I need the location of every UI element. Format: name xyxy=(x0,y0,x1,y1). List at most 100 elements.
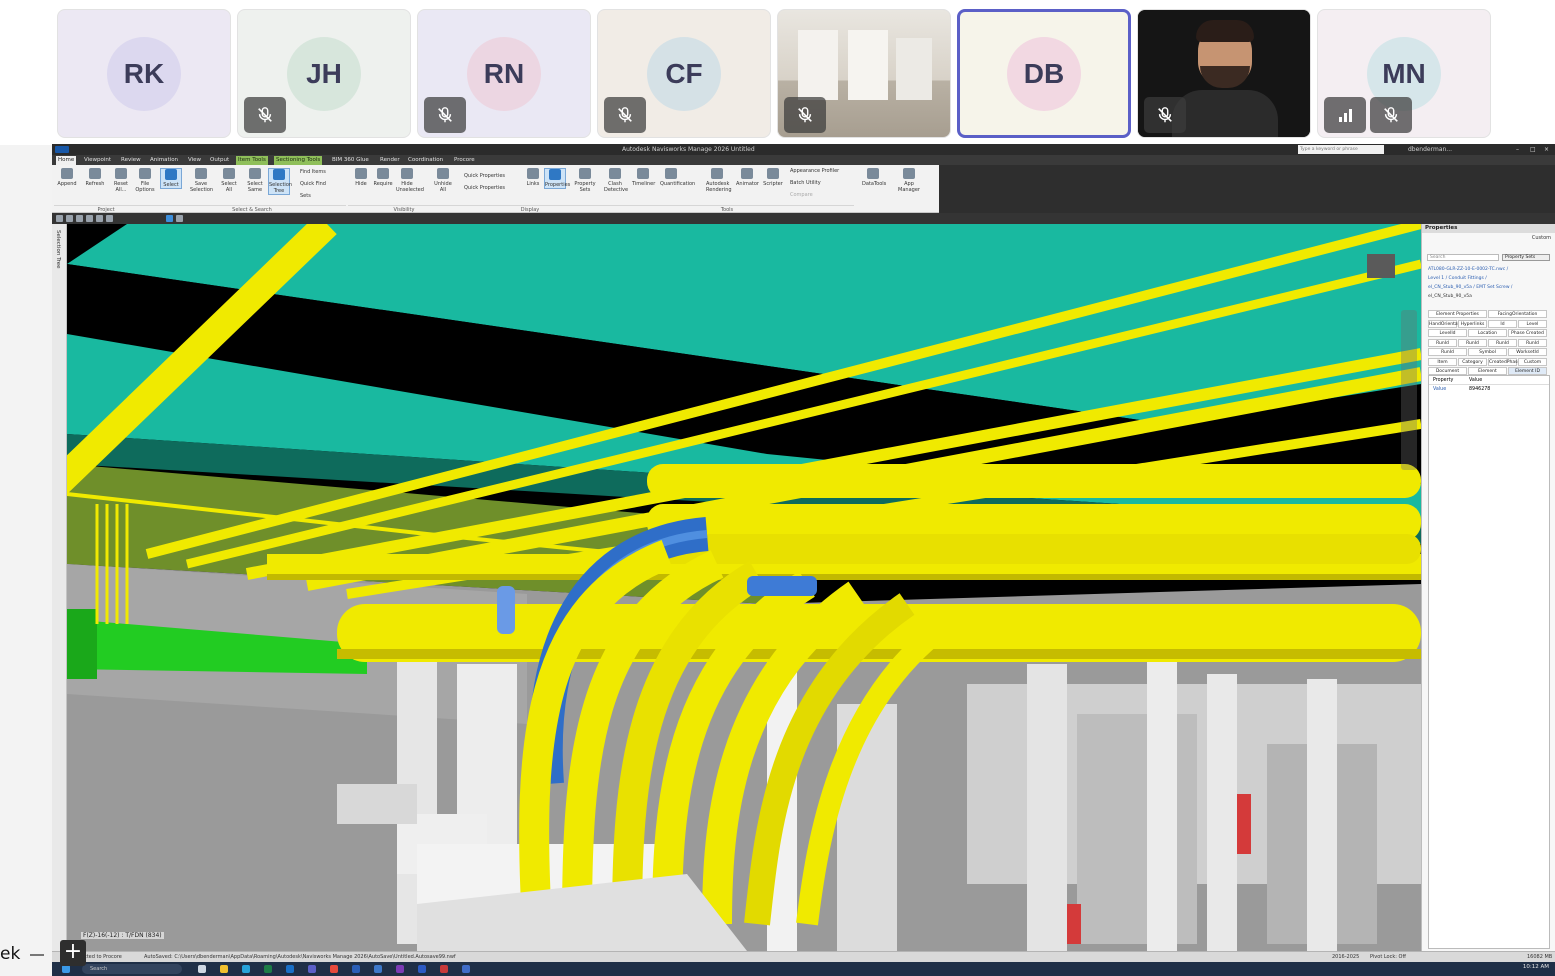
outlook-icon[interactable] xyxy=(286,965,294,973)
select-box-icon[interactable] xyxy=(176,215,183,222)
ribbon-tab[interactable]: Review xyxy=(119,156,143,165)
ribbon-group-label[interactable]: Project xyxy=(54,205,158,213)
ribbon-button[interactable]: Refresh xyxy=(84,168,106,187)
revit-icon[interactable] xyxy=(374,965,382,973)
column-header[interactable]: Property xyxy=(1433,376,1453,385)
ribbon-button[interactable]: Links xyxy=(522,168,544,187)
help-search-input[interactable]: Type a keyword or phrase xyxy=(1298,145,1384,154)
ribbon-button[interactable]: Property Sets xyxy=(574,168,596,193)
acrobat-icon[interactable] xyxy=(440,965,448,973)
property-tab[interactable]: CreatedPhaseId xyxy=(1488,357,1524,366)
participant-tile[interactable]: CF xyxy=(597,9,771,138)
viewcube-icon[interactable] xyxy=(1367,254,1395,278)
ribbon-group-label[interactable]: Display xyxy=(460,205,600,213)
property-tab[interactable]: Level xyxy=(1518,319,1547,328)
participant-tile[interactable]: JH xyxy=(237,9,411,138)
ribbon-small-sets[interactable]: Sets xyxy=(300,193,311,200)
minimize-button[interactable]: – xyxy=(1516,144,1519,155)
open-icon[interactable] xyxy=(56,215,63,222)
redo-icon[interactable] xyxy=(106,215,113,222)
nav-bar[interactable] xyxy=(1401,310,1417,470)
ribbon-button[interactable]: App Manager xyxy=(898,168,920,193)
ribbon-button[interactable]: Reset All... xyxy=(110,168,132,193)
teams-icon[interactable] xyxy=(308,965,316,973)
ribbon-button[interactable]: Animator xyxy=(736,168,759,187)
ribbon-button[interactable]: Quantification xyxy=(660,168,695,187)
select-cursor-icon[interactable] xyxy=(166,215,173,222)
column-header[interactable]: Value xyxy=(1469,376,1482,385)
ribbon-group-label[interactable]: Visibility xyxy=(348,205,460,213)
property-tab[interactable]: Symbol xyxy=(1468,348,1507,356)
ribbon-small-batch-utility[interactable]: Batch Utility xyxy=(790,180,821,187)
close-button[interactable]: × xyxy=(1544,144,1549,155)
property-tab[interactable]: WorksetId xyxy=(1508,348,1547,356)
print-icon[interactable] xyxy=(86,215,93,222)
ribbon-tab[interactable]: View xyxy=(186,156,203,165)
property-tab[interactable]: LevelId xyxy=(1428,329,1467,337)
zoom-out-button[interactable] xyxy=(30,954,44,956)
property-tab[interactable]: Location xyxy=(1468,329,1507,337)
ribbon-tab[interactable]: Item Tools xyxy=(236,156,268,165)
participant-tile[interactable]: MN xyxy=(1317,9,1491,138)
property-tab[interactable]: Custom xyxy=(1518,357,1547,366)
property-tab[interactable]: Phase Created xyxy=(1508,329,1547,337)
property-tab[interactable]: Element ID xyxy=(1508,367,1547,375)
ribbon-button[interactable]: Clash Detective xyxy=(604,168,628,193)
ribbon-tab[interactable]: Coordination xyxy=(406,156,445,165)
ribbon-button[interactable]: Select Same xyxy=(244,168,266,193)
user-name[interactable]: dbenderman... xyxy=(1408,144,1452,155)
property-tab[interactable]: Category xyxy=(1458,357,1487,366)
pivot-lock[interactable]: Pivot Lock: Off xyxy=(1370,952,1406,962)
ribbon-button[interactable]: Scripter xyxy=(762,168,784,187)
table-row[interactable]: Value 8946278 xyxy=(1429,385,1549,394)
taskbar-search[interactable]: Search xyxy=(82,964,182,974)
property-tab[interactable]: FacingOrientation xyxy=(1488,310,1547,318)
ribbon-button[interactable]: Timeliner xyxy=(632,168,655,187)
navisworks-icon[interactable] xyxy=(352,965,360,973)
path-link[interactable]: Level 1 / Conduit Fittings / xyxy=(1428,274,1552,283)
taskview-icon[interactable] xyxy=(198,965,206,973)
ribbon-small-quick-find[interactable]: Quick Find xyxy=(300,181,326,188)
property-tab[interactable]: Id xyxy=(1488,319,1517,328)
ribbon-button[interactable]: DataTools xyxy=(862,168,886,187)
ribbon-button[interactable]: Properties xyxy=(544,168,570,189)
ribbon-small-quick-properties-dd[interactable]: Quick Properties xyxy=(464,185,505,192)
property-tab[interactable]: Element xyxy=(1468,367,1507,375)
save-icon[interactable] xyxy=(76,215,83,222)
ribbon-small-appearance-profiler[interactable]: Appearance Profiler xyxy=(790,168,839,175)
ribbon-tab[interactable]: Procore xyxy=(452,156,477,165)
ribbon-button[interactable]: Autodesk Rendering xyxy=(706,168,732,193)
property-tab[interactable]: RunId xyxy=(1488,338,1517,347)
chrome-icon[interactable] xyxy=(330,965,338,973)
property-tab[interactable]: RunId xyxy=(1428,338,1457,347)
ribbon-button[interactable]: Append xyxy=(56,168,78,187)
property-tab[interactable]: RunId xyxy=(1458,338,1487,347)
participant-tile[interactable]: RK xyxy=(57,9,231,138)
path-link[interactable]: el_CN_Stub_90_v5a xyxy=(1428,292,1552,301)
word-icon[interactable] xyxy=(418,965,426,973)
ribbon-tab[interactable]: Render xyxy=(378,156,402,165)
ribbon-small-find-items[interactable]: Find Items xyxy=(300,169,326,176)
ribbon-button[interactable]: File Options xyxy=(134,168,156,193)
ribbon-button[interactable]: Save Selection xyxy=(190,168,213,193)
path-link[interactable]: ATL080-GLR-ZZ-10-E-0002-TC.nwc / xyxy=(1428,265,1552,274)
participant-tile[interactable]: RN xyxy=(417,9,591,138)
ribbon-tab[interactable]: Output xyxy=(208,156,231,165)
selection-tree-tab[interactable]: Selection Tree xyxy=(55,230,61,269)
zoom-in-button[interactable]: + xyxy=(60,940,86,966)
ribbon-button[interactable]: Hide xyxy=(350,168,372,187)
ribbon-tab[interactable]: Viewpoint xyxy=(82,156,113,165)
ribbon-tab[interactable]: Home xyxy=(56,156,77,165)
property-tab[interactable]: Hyperlinks xyxy=(1458,319,1487,328)
property-tab[interactable]: RunId xyxy=(1518,338,1547,347)
3d-viewport[interactable]: F(Z)-16(-12) : T/FDN (834) xyxy=(67,224,1421,951)
excel-icon[interactable] xyxy=(264,965,272,973)
participant-tile[interactable] xyxy=(1137,9,1311,138)
app-icon[interactable] xyxy=(462,965,470,973)
participant-tile[interactable] xyxy=(777,9,951,138)
taskbar-clock[interactable]: 10:12 AM xyxy=(1523,964,1549,970)
new-icon[interactable] xyxy=(66,215,73,222)
edge-icon[interactable] xyxy=(242,965,250,973)
properties-path[interactable]: ATL080-GLR-ZZ-10-E-0002-TC.nwc / Level 1 … xyxy=(1428,265,1552,301)
restore-button[interactable]: □ xyxy=(1530,144,1536,155)
